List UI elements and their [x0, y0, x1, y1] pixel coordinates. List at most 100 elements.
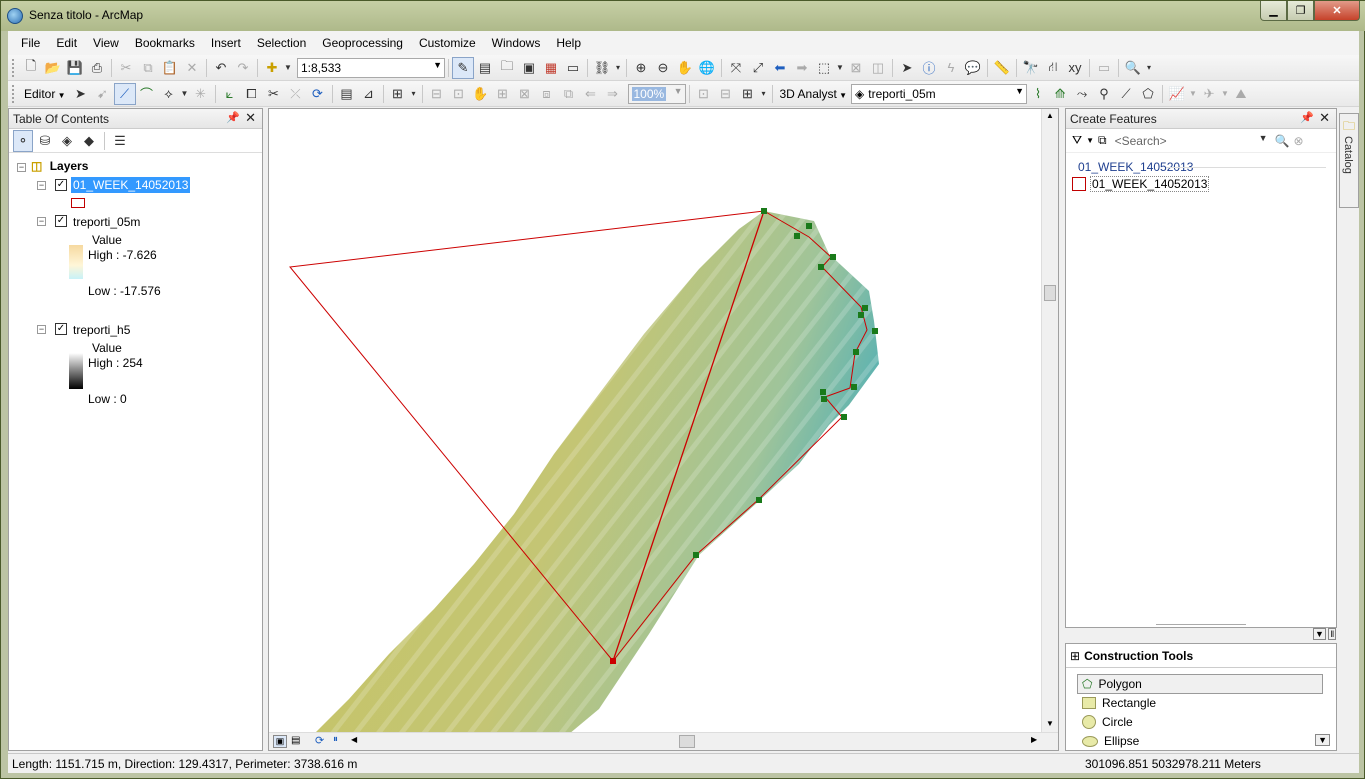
open-icon[interactable]: 📂	[42, 57, 64, 79]
toolbar-grip[interactable]	[12, 84, 16, 103]
delete-icon[interactable]: ✕	[181, 57, 203, 79]
map-canvas[interactable]	[269, 109, 1042, 734]
layout-tool-2-icon[interactable]: ⊟	[715, 83, 737, 105]
full-extent-icon[interactable]: 🌐	[696, 57, 718, 79]
panel-splitter[interactable]	[1156, 624, 1246, 625]
vertical-scrollbar[interactable]: ▲ ▼	[1041, 109, 1058, 734]
3d-analyst-menu[interactable]: 3D Analyst ▼	[776, 87, 852, 101]
chevron-down-icon[interactable]: ▼	[180, 83, 190, 105]
tool-polygon[interactable]: ⬠ Polygon	[1077, 674, 1323, 694]
search-window-icon[interactable]: ▣	[518, 57, 540, 79]
interpolate-point-icon[interactable]: ⚲	[1093, 83, 1115, 105]
catalog-window-icon[interactable]: 🗀	[496, 57, 518, 79]
list-by-selection-icon[interactable]: ◆	[79, 130, 99, 152]
close-icon[interactable]: ✕	[245, 110, 256, 126]
list-by-source-icon[interactable]: ⛁	[35, 130, 55, 152]
arctoolbox-icon[interactable]: ▦	[540, 57, 562, 79]
print-icon[interactable]: ⎙	[86, 57, 108, 79]
chevron-down-icon[interactable]: ▾	[409, 83, 419, 105]
edit-annotation-icon[interactable]: ➹	[92, 83, 114, 105]
modelbuilder-icon[interactable]: ⛓	[591, 57, 613, 79]
back-extent-icon[interactable]: ⬅	[769, 57, 791, 79]
3d-analyst-layer-combo[interactable]: ◈ treporti_05m ▼	[851, 83, 1028, 104]
menu-insert[interactable]: Insert	[203, 33, 249, 53]
chevron-down-icon[interactable]: ▼	[283, 57, 293, 79]
catalog-side-tab[interactable]: 🗀 Catalog	[1339, 113, 1359, 208]
search-icon[interactable]: 🔍	[1275, 134, 1290, 148]
pan-icon[interactable]: ✋	[674, 57, 696, 79]
steepest-path-icon[interactable]: ⟰	[1049, 83, 1071, 105]
minimize-button[interactable]: ▁	[1260, 1, 1287, 21]
clear-selection-icon[interactable]: ⊠	[845, 57, 867, 79]
layer-visibility-checkbox[interactable]: ✓	[55, 215, 67, 227]
find-route-icon[interactable]: ⛙	[1042, 57, 1064, 79]
menu-customize[interactable]: Customize	[411, 33, 484, 53]
select-features-icon[interactable]: ⬚	[813, 57, 835, 79]
list-by-visibility-icon[interactable]: ◈	[57, 130, 77, 152]
options-icon[interactable]: ☰	[110, 130, 130, 152]
magnifier-window-icon[interactable]: 🔍	[1122, 57, 1144, 79]
new-document-icon[interactable]: 🗋	[20, 57, 42, 79]
forward-extent-icon[interactable]: ➡	[791, 57, 813, 79]
create-features-icon[interactable]: ⊞	[387, 83, 409, 105]
clear-search-icon[interactable]: ⊗	[1294, 134, 1304, 148]
chevron-down-icon[interactable]: ▾	[759, 83, 769, 105]
chevron-down-icon[interactable]: ▼	[1220, 83, 1230, 105]
split-panel-icon[interactable]: ‖	[1328, 628, 1337, 640]
chevron-down-icon[interactable]: ▾	[613, 57, 623, 79]
zoom-out-icon[interactable]: ⊖	[652, 57, 674, 79]
contour-icon[interactable]: ⌇	[1027, 83, 1049, 105]
go-to-xy-icon[interactable]: xy	[1064, 57, 1086, 79]
edit-vertices-icon[interactable]: ⟀	[219, 83, 241, 105]
copy-icon[interactable]: ⧉	[137, 57, 159, 79]
pin-icon[interactable]: 📌	[226, 111, 240, 124]
zoom-in-icon[interactable]: ⊕	[630, 57, 652, 79]
pin-icon[interactable]: 📌	[1300, 111, 1314, 124]
sketch-properties-icon[interactable]: ⊿	[358, 83, 380, 105]
select-elements-dim-icon[interactable]: ◫	[867, 57, 889, 79]
menu-selection[interactable]: Selection	[249, 33, 314, 53]
collapse-icon[interactable]: −	[17, 163, 26, 172]
find-icon[interactable]: 🔭	[1020, 57, 1042, 79]
tool-circle[interactable]: Circle	[1082, 715, 1133, 729]
scroll-up-icon[interactable]: ▲	[1046, 111, 1054, 120]
horizontal-scrollbar-thumb[interactable]	[679, 735, 695, 748]
toc-title-bar[interactable]: Table Of Contents 📌 ✕	[9, 109, 262, 129]
collapse-icon[interactable]: −	[37, 217, 46, 226]
arcscene-icon[interactable]: ⛰	[1230, 83, 1252, 105]
toolbar-grip[interactable]	[12, 58, 16, 77]
attributes-icon[interactable]: ▤	[336, 83, 358, 105]
straight-segment-icon[interactable]: ⟋	[113, 82, 136, 105]
trace-icon[interactable]: ⟡	[158, 83, 180, 105]
georef-tool-4-icon[interactable]: ⊞	[492, 83, 514, 105]
layout-tool-3-icon[interactable]: ⊞	[737, 83, 759, 105]
line-of-sight-icon[interactable]: ⤳	[1071, 83, 1093, 105]
fixed-zoom-out-icon[interactable]: ⤢	[747, 57, 769, 79]
rotate-icon[interactable]: ⟳	[307, 83, 329, 105]
measure-icon[interactable]: 📏	[991, 57, 1013, 79]
list-by-drawing-order-icon[interactable]: ⚬	[13, 129, 33, 152]
scroll-down-icon[interactable]: ▼	[1046, 719, 1054, 728]
layer-item[interactable]: treporti_h5	[73, 323, 130, 337]
close-button[interactable]: ✕	[1314, 1, 1360, 21]
data-view-icon[interactable]: ▣	[273, 735, 287, 748]
zoom-percent-combo[interactable]: 100% ▼	[627, 83, 686, 104]
tool-ellipse[interactable]: Ellipse	[1082, 734, 1139, 748]
chevron-down-icon[interactable]: ▾	[1144, 57, 1154, 79]
title-bar[interactable]: Senza titolo - ArcMap ▁ ❐ ✕	[1, 1, 1365, 31]
editor-menu-button[interactable]: Editor ▼	[20, 87, 70, 101]
menu-view[interactable]: View	[85, 33, 127, 53]
scroll-left-icon[interactable]: ◀	[351, 735, 357, 744]
interpolate-polygon-icon[interactable]: ⬠	[1137, 83, 1159, 105]
map-scale-combo[interactable]: 1:8,533 ▼	[297, 57, 445, 78]
profile-graph-icon[interactable]: 📈	[1166, 83, 1188, 105]
split-icon[interactable]: ⤫	[285, 83, 307, 105]
layer-visibility-checkbox[interactable]: ✓	[55, 179, 67, 191]
time-slider-icon[interactable]: ▭	[1093, 57, 1115, 79]
create-features-title-bar[interactable]: Create Features 📌 ✕	[1066, 109, 1336, 129]
edit-tool-icon[interactable]: ➤	[70, 83, 92, 105]
georef-tool-6-icon[interactable]: ⧈	[536, 83, 558, 105]
menu-help[interactable]: Help	[548, 33, 589, 53]
layers-data-frame[interactable]: ◫ Layers	[31, 159, 88, 173]
chevron-down-icon[interactable]: ▼	[1188, 83, 1198, 105]
